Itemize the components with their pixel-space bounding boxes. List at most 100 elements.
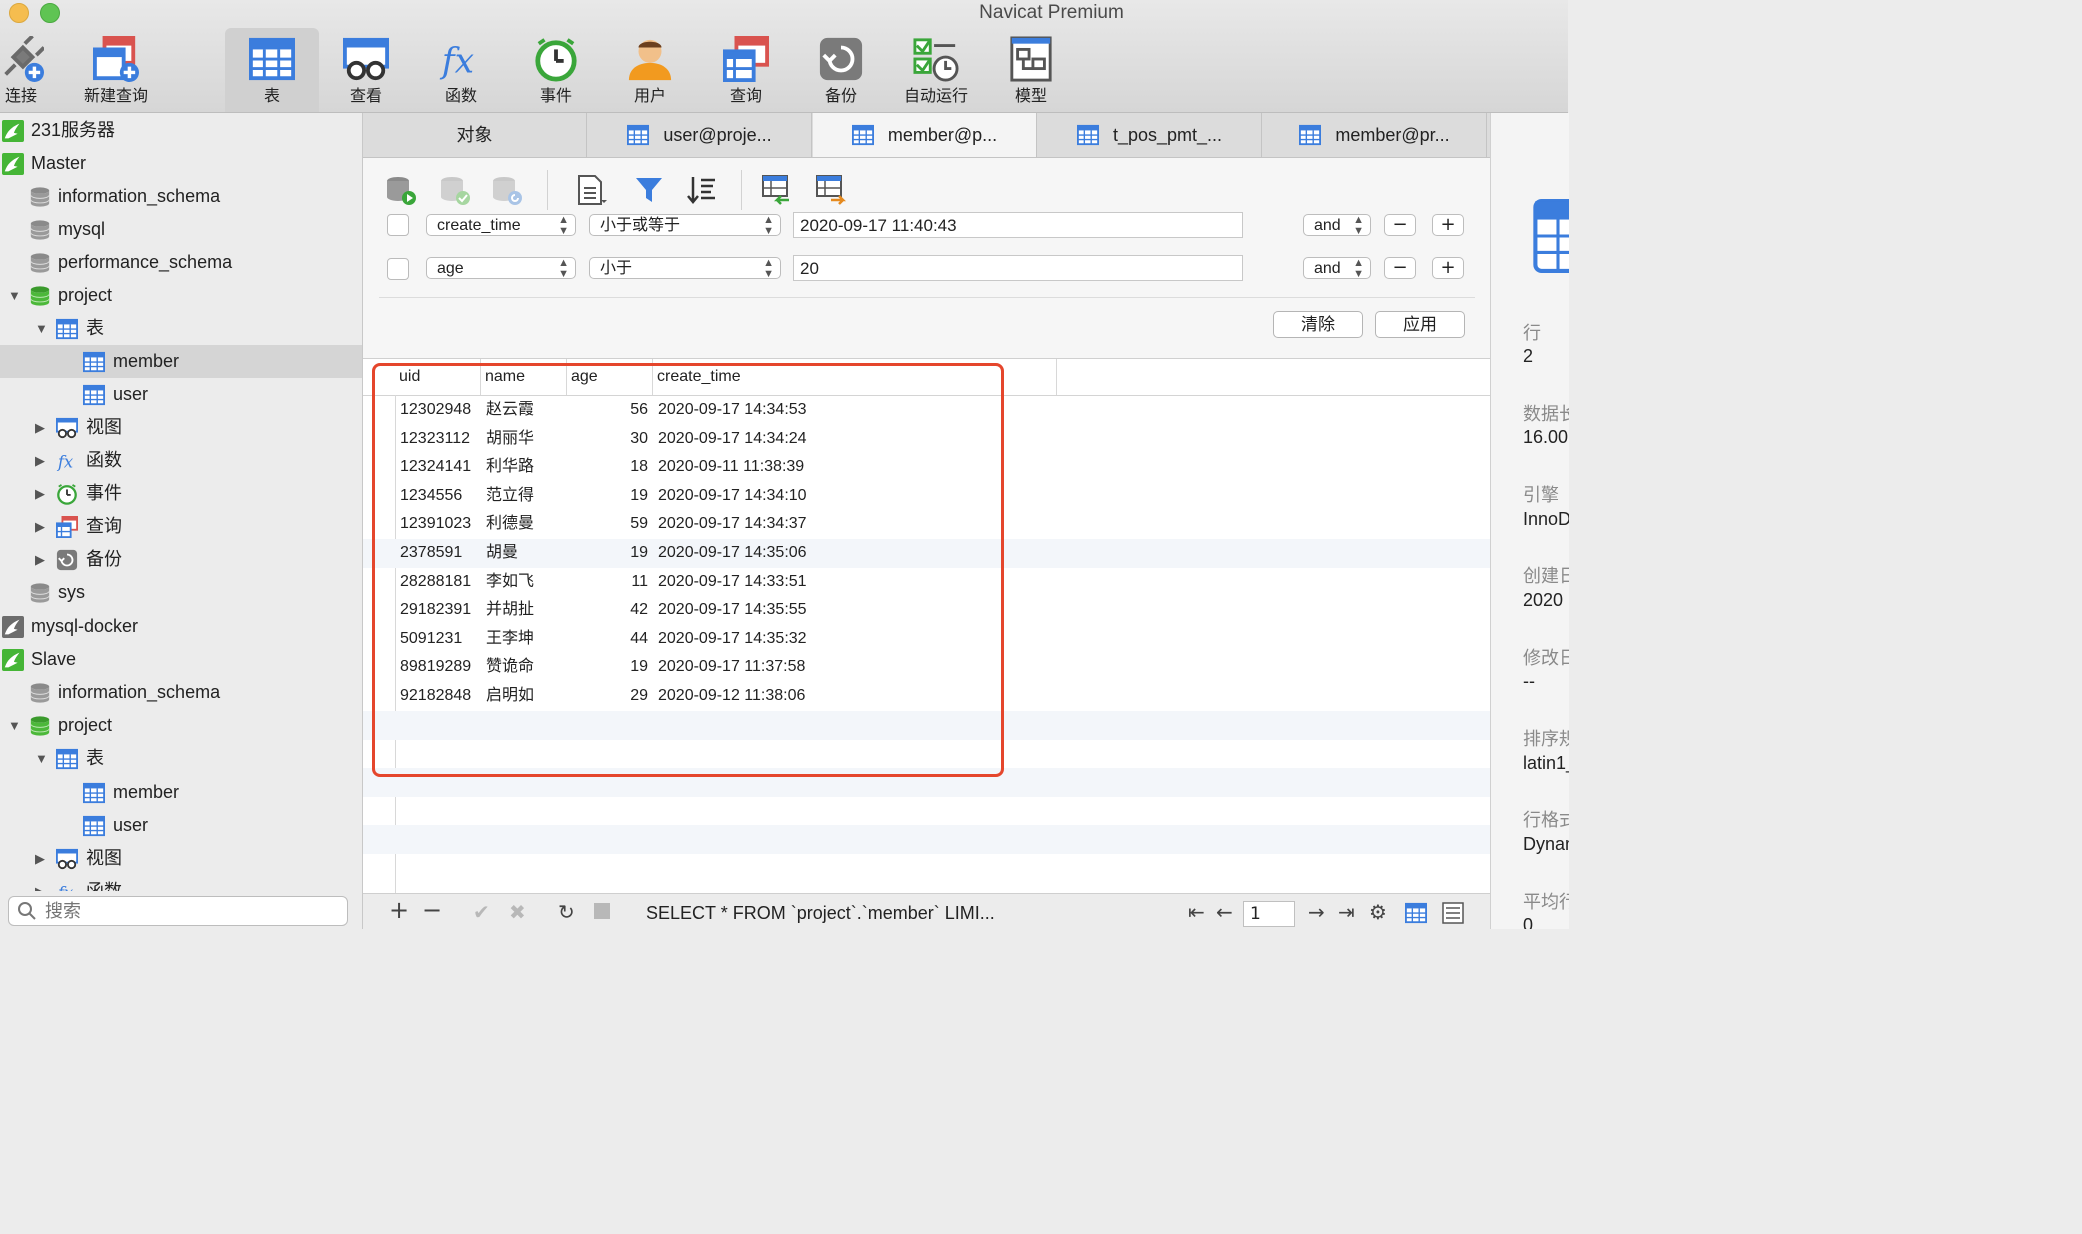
stop-icon[interactable] xyxy=(594,903,610,919)
sidebar-item-backups[interactable]: ▶ 备份 xyxy=(0,543,362,576)
toolbar-user-button[interactable]: 用户 xyxy=(605,28,695,112)
cell-name[interactable]: 赵云霞 xyxy=(486,396,566,425)
chevron-right-icon[interactable]: ▶ xyxy=(35,842,45,875)
chevron-right-icon[interactable]: ▶ xyxy=(35,477,45,510)
column-header-uid[interactable]: uid xyxy=(395,359,481,395)
sidebar-item-master[interactable]: Master xyxy=(0,147,362,180)
grid-view-icon[interactable] xyxy=(1405,902,1427,924)
toolbar-table-button[interactable]: 表 xyxy=(225,28,319,112)
chevron-down-icon[interactable]: ▼ xyxy=(8,279,21,312)
chevron-down-icon[interactable]: ▼ xyxy=(35,742,48,775)
cell-uid[interactable]: 12302948 xyxy=(400,396,476,425)
sidebar-item-views[interactable]: ▶ 视图 xyxy=(0,411,362,444)
tab-user-project[interactable]: user@proje... xyxy=(588,113,812,157)
cell-create-time[interactable]: 2020-09-17 14:33:51 xyxy=(658,568,958,597)
table-row[interactable]: 2378591 胡曼 19 2020-09-17 14:35:06 xyxy=(363,539,1490,568)
sidebar-item-tables[interactable]: ▼ 表 xyxy=(0,742,362,775)
tab-member-project[interactable]: member@p... xyxy=(813,113,1037,157)
refresh-icon[interactable]: ↻ xyxy=(558,902,575,922)
table-row[interactable]: 12391023 利德曼 59 2020-09-17 14:34:37 xyxy=(363,510,1490,539)
cell-uid[interactable]: 12324141 xyxy=(400,453,476,482)
sidebar-item-user[interactable]: user xyxy=(0,809,362,842)
cell-name[interactable]: 范立得 xyxy=(486,482,566,511)
chevron-right-icon[interactable]: ▶ xyxy=(35,510,45,543)
cell-uid[interactable]: 12391023 xyxy=(400,510,476,539)
cell-name[interactable]: 胡丽华 xyxy=(486,425,566,454)
cell-create-time[interactable]: 2020-09-17 14:34:10 xyxy=(658,482,958,511)
cell-uid[interactable]: 12323112 xyxy=(400,425,476,454)
sidebar-item-views[interactable]: ▶ 视图 xyxy=(0,842,362,875)
table-row[interactable]: 89819289 赞诡命 19 2020-09-17 11:37:58 xyxy=(363,653,1490,682)
sidebar-item-project[interactable]: ▼ project xyxy=(0,279,362,312)
cell-name[interactable]: 赞诡命 xyxy=(486,653,566,682)
filter-field-select[interactable]: create_time ▲ ▼ xyxy=(426,214,576,237)
tab-objects[interactable]: 对象 xyxy=(363,113,587,157)
table-row[interactable]: 1234556 范立得 19 2020-09-17 14:34:10 xyxy=(363,482,1490,511)
filter-operator-select[interactable]: 小于或等于 ▲ ▼ xyxy=(589,214,781,237)
filter-value-input[interactable]: 2020-09-17 11:40:43 xyxy=(793,212,1243,238)
toolbar-view-button[interactable]: 查看 xyxy=(321,28,411,112)
sidebar-item-functions[interactable]: ▶ 函数 xyxy=(0,444,362,477)
table-row[interactable]: 28288181 李如飞 11 2020-09-17 14:33:51 xyxy=(363,568,1490,597)
sidebar-item-functions[interactable]: ▶ 函数 xyxy=(0,875,362,891)
cell-age[interactable]: 19 xyxy=(567,482,648,511)
cell-name[interactable]: 李如飞 xyxy=(486,568,566,597)
sidebar-item-mysql-docker[interactable]: mysql-docker xyxy=(0,610,362,643)
cell-create-time[interactable]: 2020-09-11 11:38:39 xyxy=(658,453,958,482)
chevron-right-icon[interactable]: ▶ xyxy=(35,543,45,576)
import-icon[interactable] xyxy=(761,174,793,206)
text-view-icon[interactable] xyxy=(575,174,607,206)
filter-field-select[interactable]: age ▲ ▼ xyxy=(426,257,576,280)
search-input[interactable] xyxy=(43,899,337,923)
toolbar-new-query-button[interactable]: 新建查询 xyxy=(71,28,161,112)
delete-row-icon[interactable]: − xyxy=(422,898,442,922)
chevron-down-icon[interactable]: ▼ xyxy=(35,312,48,345)
toolbar-connect-button[interactable]: 连接 xyxy=(0,28,66,112)
cell-age[interactable]: 42 xyxy=(567,596,648,625)
cell-uid[interactable]: 5091231 xyxy=(400,625,476,654)
cell-uid[interactable]: 1234556 xyxy=(400,482,476,511)
column-header-name[interactable]: name xyxy=(481,359,567,395)
sidebar-item-member[interactable]: member xyxy=(0,776,362,809)
table-row[interactable]: 12302948 赵云霞 56 2020-09-17 14:34:53 xyxy=(363,396,1490,425)
cell-uid[interactable]: 89819289 xyxy=(400,653,476,682)
sidebar-item-user[interactable]: user xyxy=(0,378,362,411)
add-filter-button[interactable]: + xyxy=(1432,214,1464,236)
cell-create-time[interactable]: 2020-09-17 14:35:06 xyxy=(658,539,958,568)
table-row[interactable]: 12324141 利华路 18 2020-09-11 11:38:39 xyxy=(363,453,1490,482)
sidebar-item-slave[interactable]: Slave xyxy=(0,643,362,676)
chevron-right-icon[interactable]: ▶ xyxy=(35,444,45,477)
cell-create-time[interactable]: 2020-09-17 14:34:37 xyxy=(658,510,958,539)
toolbar-query-button[interactable]: 查询 xyxy=(701,28,791,112)
remove-filter-button[interactable]: − xyxy=(1384,257,1416,279)
cell-create-time[interactable]: 2020-09-17 11:37:58 xyxy=(658,653,958,682)
add-filter-button[interactable]: + xyxy=(1432,257,1464,279)
sidebar-item-project[interactable]: ▼ project xyxy=(0,709,362,742)
toolbar-function-button[interactable]: 函数 xyxy=(416,28,506,112)
sidebar-item-information-schema[interactable]: information_schema xyxy=(0,180,362,213)
rollback-icon[interactable] xyxy=(491,174,523,206)
table-row[interactable]: 29182391 并胡扯 42 2020-09-17 14:35:55 xyxy=(363,596,1490,625)
cell-create-time[interactable]: 2020-09-12 11:38:06 xyxy=(658,682,958,711)
sidebar-item-member[interactable]: member xyxy=(0,345,362,378)
table-row[interactable]: 92182848 启明如 29 2020-09-12 11:38:06 xyxy=(363,682,1490,711)
gear-icon[interactable]: ⚙ xyxy=(1369,902,1387,922)
cell-create-time[interactable]: 2020-09-17 14:34:53 xyxy=(658,396,958,425)
first-page-icon[interactable]: ⇤ xyxy=(1188,902,1205,922)
column-header-create-time[interactable]: create_time xyxy=(653,359,1057,395)
cell-name[interactable]: 胡曼 xyxy=(486,539,566,568)
cell-name[interactable]: 启明如 xyxy=(486,682,566,711)
cell-uid[interactable]: 28288181 xyxy=(400,568,476,597)
begin-transaction-icon[interactable] xyxy=(385,174,417,206)
sidebar-item-231-server[interactable]: 231服务器 xyxy=(0,114,362,147)
page-number-input[interactable]: 1 xyxy=(1243,901,1295,927)
column-header-age[interactable]: age xyxy=(567,359,653,395)
filter-logic-select[interactable]: and ▲ ▼ xyxy=(1303,214,1371,237)
discard-changes-icon[interactable]: ✖ xyxy=(509,902,526,922)
filter-value-input[interactable]: 20 xyxy=(793,255,1243,281)
next-page-icon[interactable]: → xyxy=(1308,902,1325,922)
export-icon[interactable] xyxy=(815,174,847,206)
cell-age[interactable]: 11 xyxy=(567,568,648,597)
cell-uid[interactable]: 29182391 xyxy=(400,596,476,625)
cell-age[interactable]: 19 xyxy=(567,539,648,568)
